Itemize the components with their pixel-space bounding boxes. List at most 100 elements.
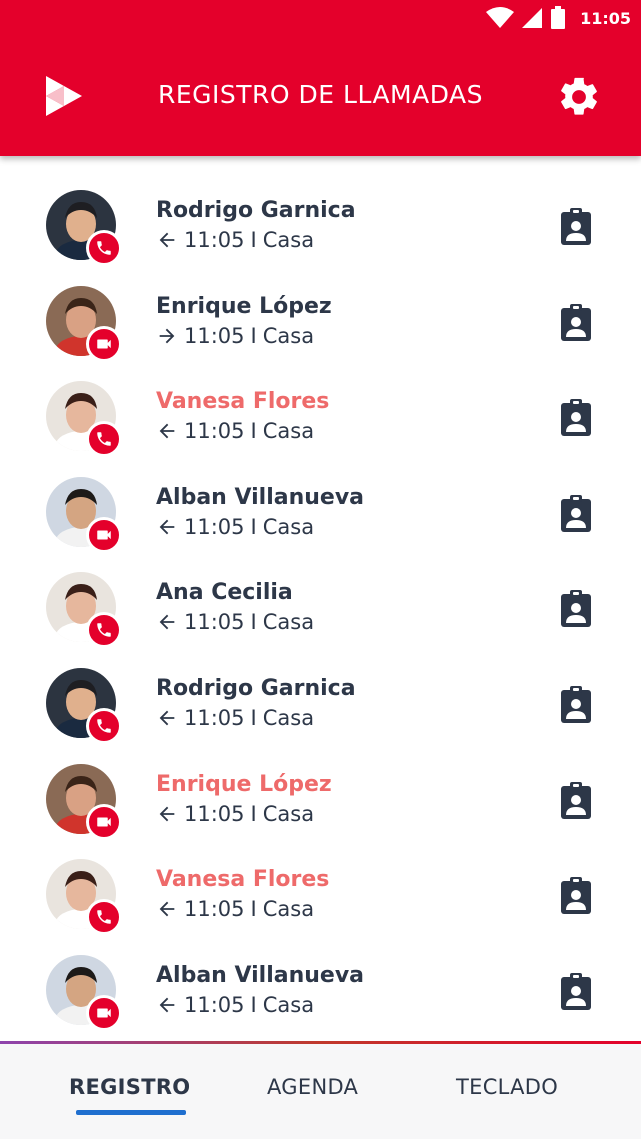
arrow-left-icon (156, 229, 178, 251)
avatar-container[interactable] (46, 572, 124, 650)
call-time: 11:05 (184, 705, 245, 730)
call-detail: 11:05 I Casa (156, 419, 314, 443)
call-label: Casa (262, 610, 315, 635)
arrow-right-icon (156, 325, 178, 347)
contact-name: Rodrigo Garnica (156, 675, 356, 701)
call-detail: 11:05 I Casa (156, 515, 314, 539)
app-bar: 11:05 REGISTRO DE LLAMADAS (0, 0, 641, 156)
phone-icon (86, 421, 122, 458)
call-separator: I (250, 801, 257, 826)
contact-card-icon[interactable] (558, 397, 594, 437)
avatar-container[interactable] (46, 285, 124, 364)
avatar-container[interactable] (46, 763, 124, 842)
status-time: 11:05 (580, 8, 631, 28)
contact-name: Vanesa Flores (156, 389, 330, 415)
avatar-container[interactable] (46, 190, 124, 268)
tab-registro[interactable]: REGISTRO (69, 1075, 190, 1099)
contact-name: Rodrigo Garnica (156, 198, 356, 223)
call-log-row[interactable]: Alban Villanueva 11:05 I Casa (0, 467, 641, 563)
active-tab-indicator (76, 1110, 186, 1115)
call-time: 11:05 (184, 610, 245, 635)
call-time: 11:05 (184, 897, 245, 922)
call-time: 11:05 (184, 419, 245, 444)
call-time: 11:05 (184, 514, 245, 539)
call-label: Casa (262, 705, 315, 730)
call-separator: I (250, 323, 257, 348)
page-title: REGISTRO DE LLAMADAS (157, 80, 484, 109)
contact-card-icon[interactable] (558, 302, 594, 342)
contact-card-icon[interactable] (558, 684, 594, 724)
call-log-row[interactable]: Vanesa Flores 11:05 I Casa (0, 371, 641, 467)
video-icon (86, 803, 122, 840)
call-label: Casa (262, 323, 315, 348)
call-log-list: Rodrigo Garnica 11:05 I Casa Enrique López 11… (0, 180, 641, 1040)
avatar-container[interactable] (46, 381, 124, 459)
video-icon (86, 516, 122, 553)
call-separator: I (250, 992, 257, 1017)
arrow-left-icon (156, 516, 178, 538)
call-detail: 11:05 I Casa (156, 993, 314, 1017)
wifi-icon (486, 7, 515, 28)
call-label: Casa (262, 801, 315, 826)
call-time: 11:05 (184, 801, 245, 826)
contact-card-icon[interactable] (558, 588, 594, 628)
contact-name: Ana Cecilia (156, 580, 293, 606)
contact-card-icon[interactable] (558, 493, 594, 533)
bottom-navigation: REGISTRO AGENDA TECLADO (0, 1041, 641, 1139)
tab-agenda[interactable]: AGENDA (267, 1075, 358, 1099)
call-label: Casa (262, 897, 315, 922)
contact-name: Vanesa Flores (156, 867, 330, 893)
call-separator: I (250, 897, 257, 922)
call-separator: I (250, 610, 257, 635)
call-log-row[interactable]: Vanesa Flores 11:05 I Casa (0, 849, 641, 945)
call-separator: I (250, 419, 257, 444)
call-log-row[interactable]: Enrique López 11:05 I Casa (0, 276, 641, 372)
video-icon (86, 994, 122, 1031)
call-label: Casa (262, 992, 315, 1017)
call-detail: 11:05 I Casa (156, 897, 314, 921)
call-time: 11:05 (184, 992, 245, 1017)
call-log-row[interactable]: Rodrigo Garnica 11:05 I Casa (0, 180, 641, 276)
call-separator: I (250, 514, 257, 539)
contact-name: Alban Villanueva (156, 962, 365, 988)
avatar-container[interactable] (46, 954, 124, 1033)
arrow-left-icon (156, 898, 178, 920)
contact-card-icon[interactable] (558, 780, 594, 820)
call-label: Casa (262, 228, 315, 252)
video-icon (86, 325, 122, 362)
tab-teclado[interactable]: TECLADO (456, 1075, 558, 1099)
phone-icon (86, 230, 122, 266)
contact-card-icon[interactable] (558, 206, 594, 246)
gear-icon[interactable] (556, 74, 602, 120)
phone-icon (86, 612, 122, 649)
contact-name: Enrique López (156, 293, 332, 319)
battery-icon (551, 6, 566, 29)
phone-icon (86, 899, 122, 936)
signal-icon (522, 8, 543, 28)
call-detail: 11:05 I Casa (156, 706, 314, 730)
call-separator: I (250, 705, 257, 730)
call-detail: 11:05 I Casa (156, 324, 314, 348)
call-log-row[interactable]: Enrique López 11:05 I Casa (0, 754, 641, 850)
phone-icon (86, 707, 122, 744)
avatar-container[interactable] (46, 859, 124, 937)
arrow-left-icon (156, 707, 178, 729)
avatar-container[interactable] (46, 476, 124, 555)
call-log-screen: 11:05 REGISTRO DE LLAMADAS Rodrigo Garni… (0, 0, 641, 1139)
bottom-nav-divider (0, 1041, 641, 1044)
arrow-left-icon (156, 803, 178, 825)
call-detail: 11:05 I Casa (156, 610, 314, 634)
call-log-row[interactable]: Alban Villanueva 11:05 I Casa (0, 945, 641, 1041)
arrow-left-icon (156, 611, 178, 633)
call-label: Casa (262, 514, 315, 539)
avatar-container[interactable] (46, 667, 124, 746)
call-log-row[interactable]: Rodrigo Garnica 11:05 I Casa (0, 658, 641, 754)
call-time: 11:05 (184, 228, 245, 252)
call-log-row[interactable]: Ana Cecilia 11:05 I Casa (0, 562, 641, 658)
arrow-left-icon (156, 994, 178, 1016)
arrow-left-icon (156, 420, 178, 442)
contact-card-icon[interactable] (558, 971, 594, 1011)
contact-card-icon[interactable] (558, 875, 594, 915)
contact-name: Alban Villanueva (156, 484, 365, 510)
call-label: Casa (262, 419, 315, 444)
